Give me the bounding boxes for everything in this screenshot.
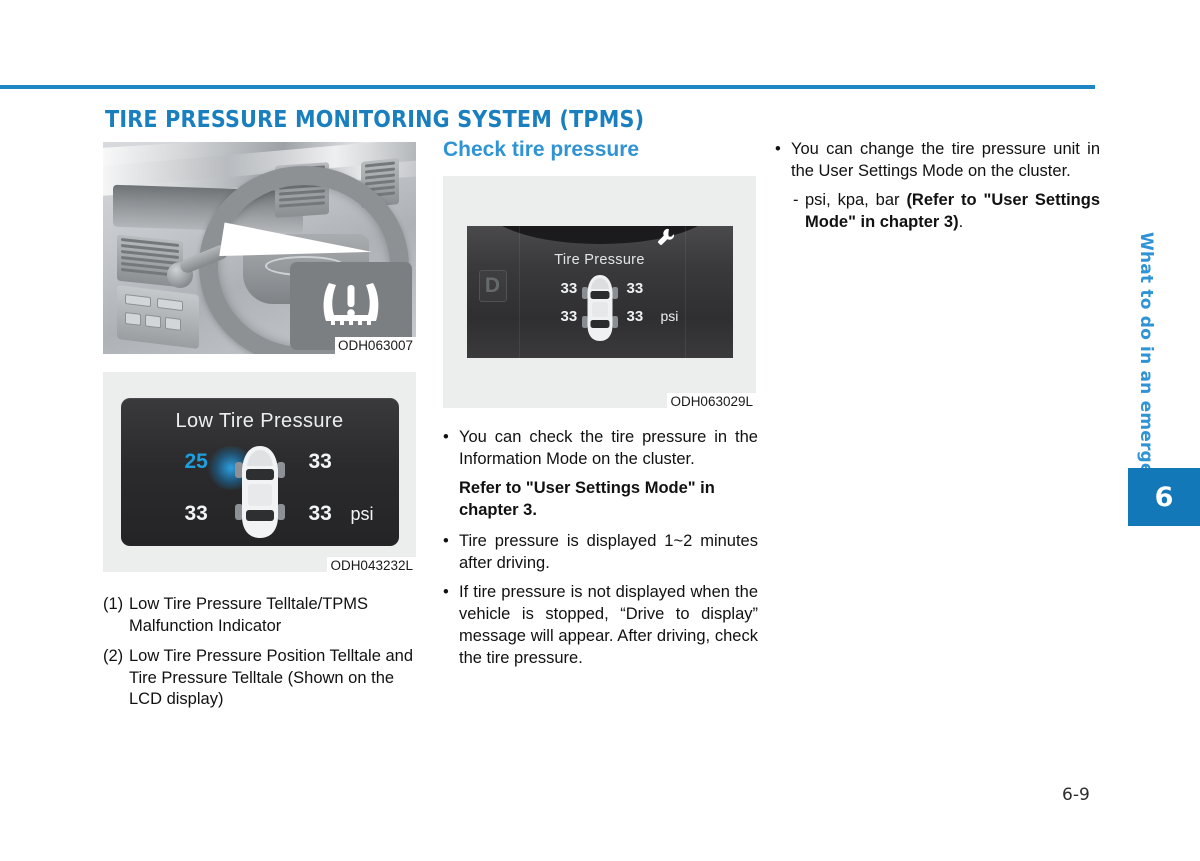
figure-cluster-display: Tire Pressure D 33 33 33 33 psi ODH06302… [443,176,756,410]
bullet-marker: • [443,428,449,446]
figure-caption-2: ODH043232L [327,557,416,574]
sub-bullet-marker: - [793,191,799,209]
figure-caption-1: ODH063007 [334,337,416,354]
bullet-emphasis-text: Refer to "User Settings Mode" in chapter… [459,479,715,519]
bullet-text: You can change the tire pressure unit in… [791,140,1100,180]
cluster-divider-left [518,226,520,358]
list-item: • If tire pressure is not displayed when… [443,581,758,669]
tire-value-rear-right: 33 [308,502,332,525]
gear-position-indicator: D [478,270,507,302]
legend-text: Low Tire Pressure Telltale/TPMS Malfunct… [129,595,369,635]
cluster-pressure-unit-label: psi [660,308,679,324]
cluster-display-title: Tire Pressure [554,252,645,268]
lcd-low-tire-pressure-display: Low Tire Pressure 25 33 33 33 psi [120,398,399,546]
legend-number: (1) [103,595,124,613]
chapter-number-tab: 6 [1128,468,1200,526]
legend-number: (2) [103,647,124,665]
sub-bullet-units-text: psi, kpa, bar [805,191,907,209]
cluster-tire-pressure-display: Tire Pressure D 33 33 33 33 psi [466,226,733,358]
tire-value-front-left: 25 [184,450,208,473]
bullet-marker: • [775,140,781,158]
wrench-icon [657,228,674,245]
header-rule [0,85,1095,89]
cluster-tire-value-front-left: 33 [560,280,578,297]
pressure-unit-label: psi [350,504,374,524]
bullet-marker: • [443,532,449,550]
car-top-view-icon [234,446,285,538]
car-top-view-icon [581,275,618,341]
figure-dashboard-photo: ODH063007 [103,142,416,354]
dash-button [165,316,181,331]
manual-page: TIRE PRESSURE MONITORING SYSTEM (TPMS) O… [0,0,1200,861]
list-item: (1) Low Tire Pressure Telltale/TPMS Malf… [103,594,428,637]
sub-bullet-body: psi, kpa, bar (Refer to "User Settings M… [805,189,1100,233]
sub-bullet-period: . [958,213,964,231]
dash-button [125,293,151,308]
list-item: (2) Low Tire Pressure Position Telltale … [103,646,428,711]
dash-side-control-panel [117,284,199,350]
cluster-divider-right [684,226,686,358]
column-middle: Check tire pressure Tire Pressure D 33 3… [443,138,758,676]
tire-pressure-warning-icon [323,283,379,325]
cluster-notes-list: • You can check the tire pressure in the… [443,426,758,669]
cluster-tire-value-rear-left: 33 [560,308,578,325]
list-item: • You can check the tire pressure in the… [443,426,758,470]
bullet-text: If tire pressure is not displayed when t… [459,583,758,667]
figure-caption-3: ODH063029L [667,393,756,410]
page-number: 6-9 [1062,785,1090,805]
bullet-marker: • [443,583,449,601]
telltale-legend-list: (1) Low Tire Pressure Telltale/TPMS Malf… [103,594,428,711]
bullet-text: Tire pressure is displayed 1~2 minutes a… [459,532,758,572]
sub-list-item: - psi, kpa, bar (Refer to "User Settings… [793,189,1100,233]
legend-text: Low Tire Pressure Position Telltale and … [129,647,414,708]
list-item: • You can change the tire pressure unit … [775,138,1100,182]
lcd-display-title: Low Tire Pressure [175,410,344,432]
subsection-heading: Check tire pressure [443,138,640,161]
unit-settings-notes-list: • You can change the tire pressure unit … [775,138,1100,233]
page-title: TIRE PRESSURE MONITORING SYSTEM (TPMS) [105,107,645,133]
list-item: • Tire pressure is displayed 1~2 minutes… [443,530,758,574]
tire-value-front-right: 33 [308,450,332,473]
tire-value-rear-left: 33 [184,502,208,525]
dash-button [145,314,161,329]
column-left: ODH063007 Low Tire Pressure 25 33 33 33 … [103,142,428,720]
column-right: • You can change the tire pressure unit … [775,138,1100,233]
cluster-tire-value-rear-right: 33 [626,308,644,325]
bullet-text: You can check the tire pressure in the I… [459,428,758,468]
dash-button [157,297,183,312]
figure-low-tire-pressure: Low Tire Pressure 25 33 33 33 psi ODH043… [103,372,416,574]
cluster-tire-value-front-right: 33 [626,280,644,297]
dash-button [125,311,141,326]
